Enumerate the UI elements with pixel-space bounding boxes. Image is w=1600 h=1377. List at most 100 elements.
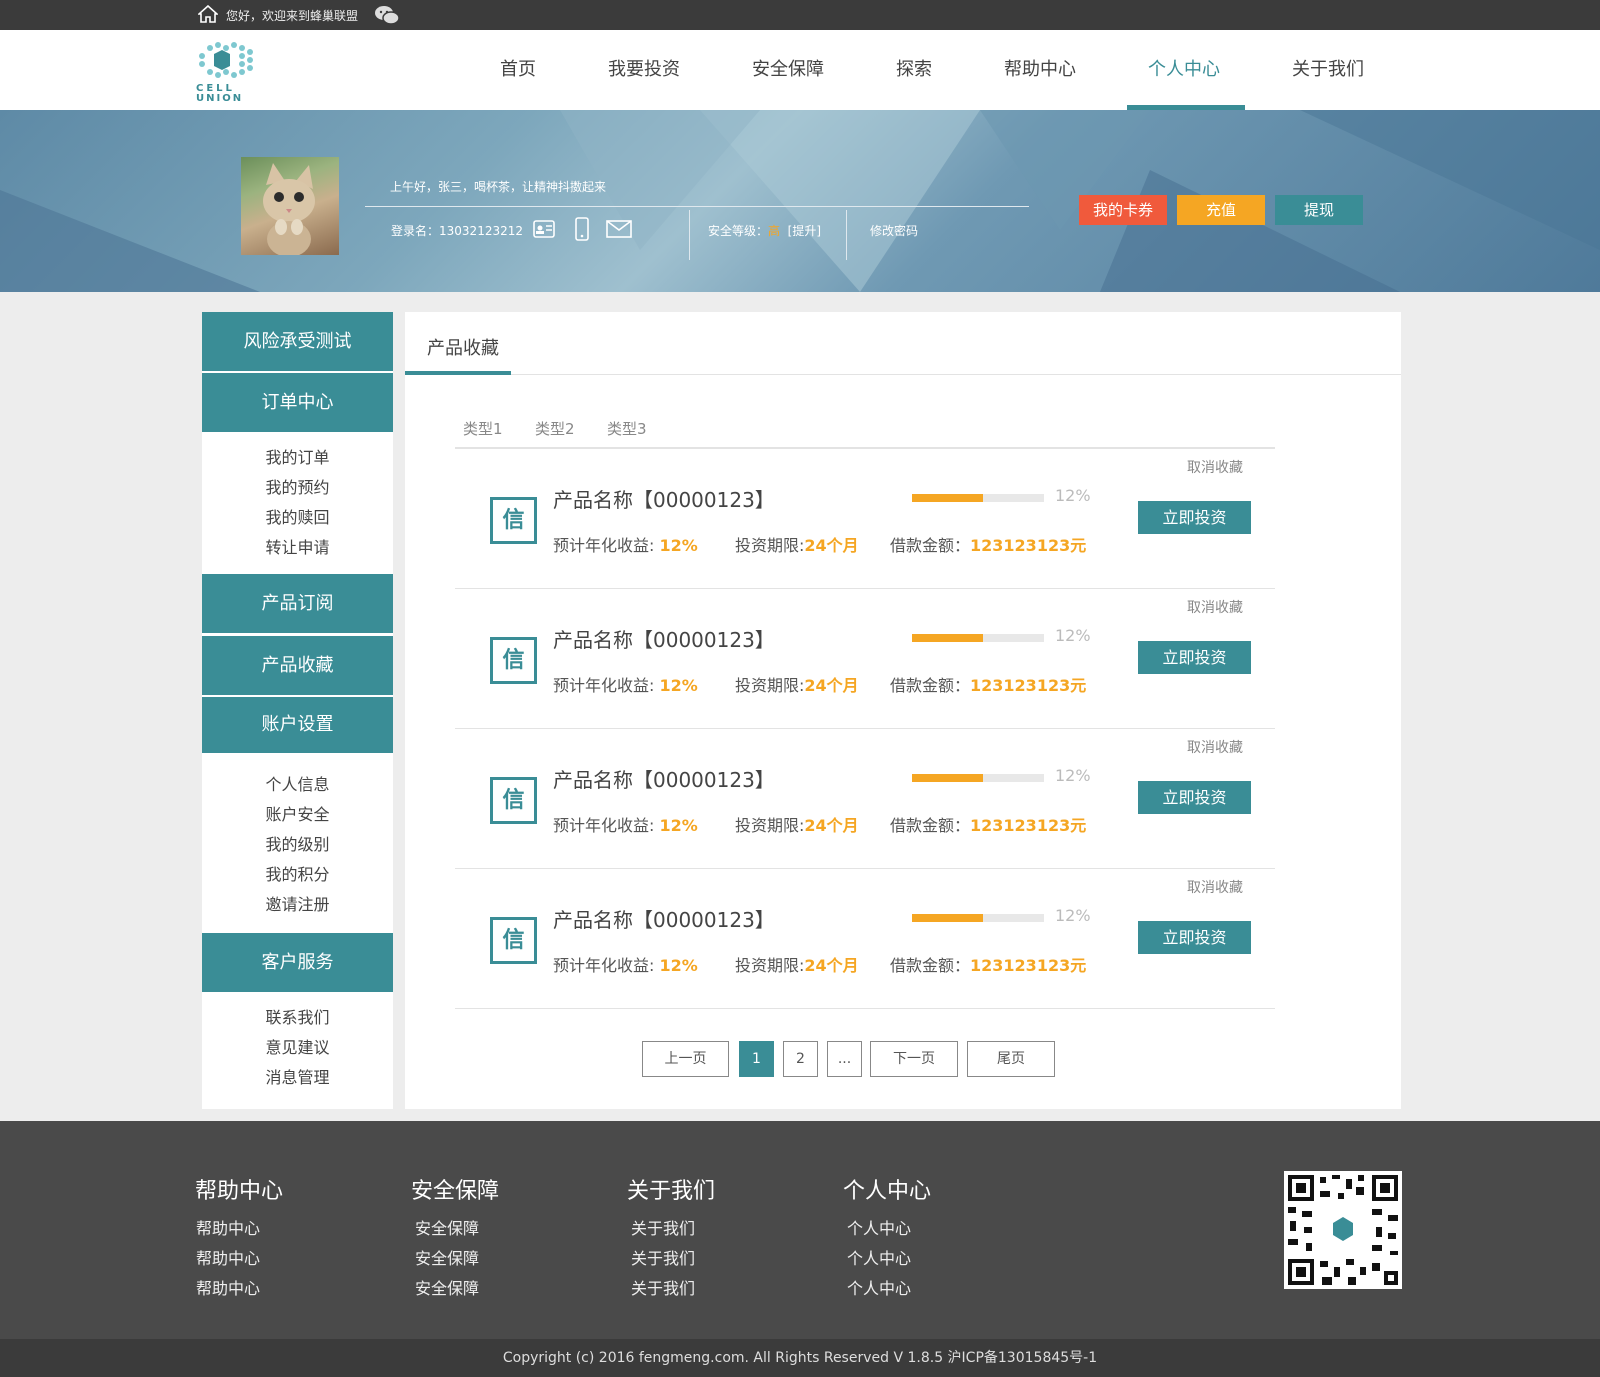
product-name[interactable]: 产品名称【00000123】: [553, 764, 775, 793]
footer-link[interactable]: 个人中心: [847, 1215, 911, 1239]
product-row: 取消收藏信产品名称【00000123】 12% 预计年化收益: 12% 投资期限:24…: [455, 869, 1275, 1009]
user-avatar[interactable]: [241, 157, 339, 257]
sidebar-product-favorites[interactable]: 产品收藏: [202, 636, 393, 695]
footer-link[interactable]: 安全保障: [415, 1215, 479, 1239]
product-row: 取消收藏信产品名称【00000123】 12% 预计年化收益: 12% 投资期限:24…: [455, 449, 1275, 589]
footer-link[interactable]: 个人中心: [847, 1245, 911, 1269]
footer-link[interactable]: 安全保障: [415, 1275, 479, 1299]
nav-home[interactable]: 首页: [500, 60, 536, 80]
funding-progress-bar: [912, 634, 1044, 642]
nav-about-us[interactable]: 关于我们: [1292, 60, 1364, 80]
credit-product-icon: 信: [490, 637, 537, 684]
loan-amount: 借款金额：123123123元: [890, 536, 1087, 555]
funding-percent: 12%: [1055, 906, 1091, 925]
sidebar-item-my-redemptions[interactable]: 我的赎回: [202, 507, 393, 529]
tab-product-favorites[interactable]: 产品收藏: [427, 334, 499, 360]
loan-amount: 借款金额：123123123元: [890, 676, 1087, 695]
nav-explore[interactable]: 探索: [896, 60, 932, 80]
loan-amount-value: 123123123元: [970, 956, 1087, 975]
footer-link[interactable]: 关于我们: [631, 1275, 695, 1299]
footer: 帮助中心 帮助中心 帮助中心 帮助中心 安全保障 安全保障 安全保障 安全保障 关于我们 关于我们…: [0, 1121, 1600, 1339]
sidebar-item-feedback[interactable]: 意见建议: [202, 1037, 393, 1059]
login-value: 13032123212: [439, 224, 523, 238]
withdraw-button[interactable]: 提现: [1275, 195, 1363, 225]
sidebar-item-account-security[interactable]: 账户安全: [202, 804, 393, 826]
sidebar-item-messages[interactable]: 消息管理: [202, 1067, 393, 1089]
mobile-phone-icon[interactable]: [575, 217, 589, 241]
page-1-button[interactable]: 1: [739, 1041, 774, 1077]
page-2-button[interactable]: 2: [783, 1041, 818, 1077]
footer-column-title[interactable]: 个人中心: [843, 1173, 931, 1205]
cancel-favorite-link[interactable]: 取消收藏: [1187, 877, 1243, 897]
product-name[interactable]: 产品名称【00000123】: [553, 904, 775, 933]
wechat-icon[interactable]: [374, 5, 400, 25]
sidebar-item-my-orders[interactable]: 我的订单: [202, 447, 393, 469]
filter-type-2[interactable]: 类型2: [535, 418, 575, 439]
footer-link[interactable]: 关于我们: [631, 1215, 695, 1239]
sidebar-account-settings[interactable]: 账户设置: [202, 697, 393, 753]
nav-invest[interactable]: 我要投资: [608, 60, 680, 80]
expected-yield-value: 12%: [659, 676, 698, 695]
credit-product-icon: 信: [490, 777, 537, 824]
sidebar: 风险承受测试 订单中心 我的订单 我的预约 我的赎回 转让申请 产品订阅 产品收…: [202, 312, 393, 1109]
filter-type-1[interactable]: 类型1: [463, 418, 503, 439]
loan-amount: 借款金额：123123123元: [890, 956, 1087, 975]
invest-now-button[interactable]: 立即投资: [1138, 781, 1251, 814]
security-upgrade-link[interactable]: [提升]: [788, 224, 821, 238]
invest-now-button[interactable]: 立即投资: [1138, 501, 1251, 534]
cat-avatar-icon: [263, 163, 315, 257]
footer-link[interactable]: 帮助中心: [196, 1275, 260, 1299]
investment-term-value: 24个月: [804, 956, 859, 975]
sidebar-item-my-points[interactable]: 我的积分: [202, 864, 393, 886]
footer-link[interactable]: 个人中心: [847, 1275, 911, 1299]
prev-page-button[interactable]: 上一页: [642, 1041, 729, 1077]
footer-column-title[interactable]: 关于我们: [627, 1173, 715, 1205]
change-password-link[interactable]: 修改密码: [870, 222, 918, 239]
sidebar-item-contact-us[interactable]: 联系我们: [202, 1007, 393, 1029]
funding-progress-bar: [912, 494, 1044, 502]
next-page-button[interactable]: 下一页: [870, 1041, 958, 1077]
sidebar-risk-test[interactable]: 风险承受测试: [202, 312, 393, 371]
sidebar-item-invite-register[interactable]: 邀请注册: [202, 894, 393, 916]
sidebar-item-personal-info[interactable]: 个人信息: [202, 774, 393, 796]
expected-yield-value: 12%: [659, 536, 698, 555]
cancel-favorite-link[interactable]: 取消收藏: [1187, 457, 1243, 477]
sidebar-order-center[interactable]: 订单中心: [202, 373, 393, 432]
product-name[interactable]: 产品名称【00000123】: [553, 624, 775, 653]
sidebar-item-transfer-requests[interactable]: 转让申请: [202, 537, 393, 559]
cancel-favorite-link[interactable]: 取消收藏: [1187, 737, 1243, 757]
home-icon[interactable]: [198, 5, 218, 23]
invest-now-button[interactable]: 立即投资: [1138, 641, 1251, 674]
sidebar-item-my-level[interactable]: 我的级别: [202, 834, 393, 856]
last-page-button[interactable]: 尾页: [967, 1041, 1055, 1077]
sidebar-item-my-reservations[interactable]: 我的预约: [202, 477, 393, 499]
id-card-icon[interactable]: [533, 220, 555, 238]
nav-security[interactable]: 安全保障: [752, 60, 824, 80]
expected-yield: 预计年化收益: 12%: [553, 536, 698, 555]
product-name[interactable]: 产品名称【00000123】: [553, 484, 775, 513]
banner-separator-1: [689, 210, 690, 260]
filter-type-3[interactable]: 类型3: [607, 418, 647, 439]
nav-help-center[interactable]: 帮助中心: [1004, 60, 1076, 80]
footer-column-title[interactable]: 帮助中心: [195, 1173, 283, 1205]
cancel-favorite-link[interactable]: 取消收藏: [1187, 597, 1243, 617]
expected-yield: 预计年化收益: 12%: [553, 956, 698, 975]
expected-yield: 预计年化收益: 12%: [553, 676, 698, 695]
security-level-value: 高: [768, 224, 781, 238]
sidebar-product-subscribe[interactable]: 产品订阅: [202, 574, 393, 633]
footer-column-title[interactable]: 安全保障: [411, 1173, 499, 1205]
recharge-button[interactable]: 充值: [1177, 195, 1265, 225]
investment-term-value: 24个月: [804, 816, 859, 835]
footer-link[interactable]: 帮助中心: [196, 1245, 260, 1269]
footer-link[interactable]: 安全保障: [415, 1245, 479, 1269]
loan-amount-value: 123123123元: [970, 676, 1087, 695]
email-icon[interactable]: [606, 220, 632, 238]
logo[interactable]: CELL UNION: [196, 40, 256, 104]
my-coupons-button[interactable]: 我的卡券: [1079, 195, 1167, 225]
sidebar-customer-service[interactable]: 客户服务: [202, 933, 393, 992]
tab-active-indicator: [405, 371, 511, 375]
nav-personal-center[interactable]: 个人中心: [1148, 60, 1220, 80]
invest-now-button[interactable]: 立即投资: [1138, 921, 1251, 954]
footer-link[interactable]: 关于我们: [631, 1245, 695, 1269]
footer-link[interactable]: 帮助中心: [196, 1215, 260, 1239]
